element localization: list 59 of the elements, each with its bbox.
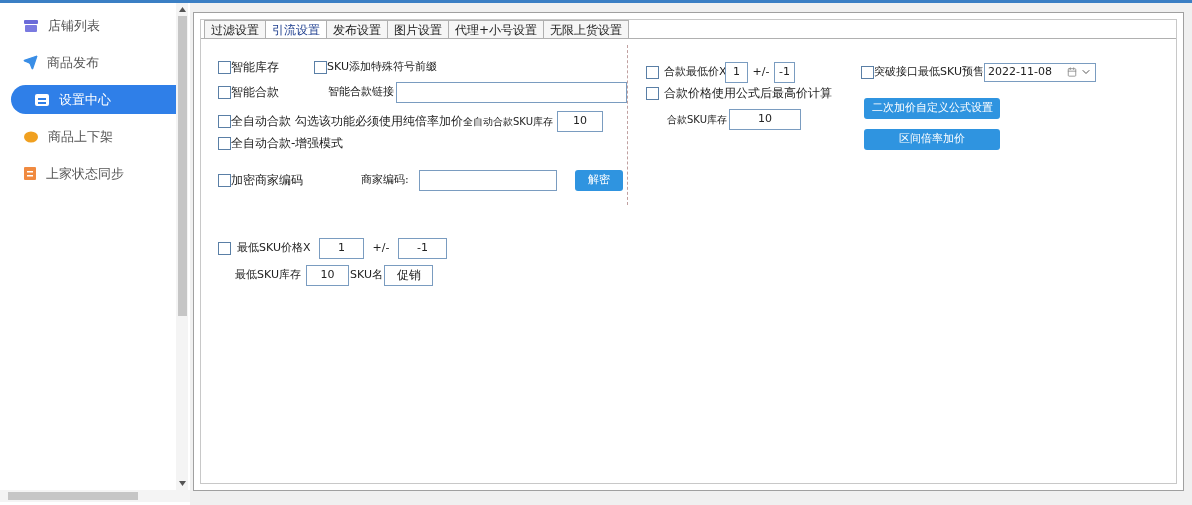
checkbox[interactable] <box>861 65 874 79</box>
field-label: 全自动合款SKU库存 <box>463 114 553 129</box>
checkbox[interactable] <box>646 86 659 100</box>
sidebar-item[interactable]: 上家状态同步 <box>0 159 176 188</box>
tab[interactable]: 过滤设置 <box>204 20 266 38</box>
field-label: 商家编码: <box>361 171 410 188</box>
checkbox[interactable] <box>314 60 327 74</box>
input-field[interactable]: 10 <box>728 108 801 130</box>
input-field[interactable]: -1 <box>398 237 447 259</box>
field-label: 最低SKU库存 <box>235 266 302 283</box>
calendar-icon <box>1067 67 1077 77</box>
sidebar-item[interactable]: 商品上下架 <box>0 122 176 151</box>
tab[interactable]: 代理+小号设置 <box>448 20 545 38</box>
input-field[interactable]: 1 <box>319 237 364 259</box>
checkbox[interactable] <box>218 85 231 99</box>
field-label: 突破接口最低SKU预售 <box>874 63 984 80</box>
field-label: 加密商家编码 <box>231 172 304 189</box>
store-icon <box>23 18 39 33</box>
input-field[interactable]: -1 <box>774 61 795 83</box>
field-label: 智能库存 <box>231 59 280 76</box>
horizontal-scrollbar[interactable] <box>0 490 190 502</box>
checkbox[interactable] <box>218 241 231 255</box>
checkbox[interactable] <box>218 173 231 187</box>
checkbox[interactable] <box>218 60 231 74</box>
date-picker[interactable]: 2022-11-08 <box>984 62 1096 82</box>
input-field[interactable]: 10 <box>306 264 349 286</box>
input-field[interactable]: 1 <box>725 61 748 83</box>
piggy-bank-icon <box>23 129 39 144</box>
paper-plane-icon <box>23 55 38 70</box>
scroll-down-icon[interactable] <box>178 481 186 486</box>
field-label: 智能合款链接 <box>328 83 395 100</box>
field-label: +/- <box>371 239 391 256</box>
sidebar-item[interactable]: 商品发布 <box>0 48 176 77</box>
checkbox[interactable] <box>646 65 659 79</box>
toolbox-icon <box>34 92 50 107</box>
document-icon <box>23 166 37 181</box>
field-label: 全自动合款-增强模式 <box>231 135 344 152</box>
input-field[interactable] <box>419 169 557 191</box>
tab[interactable]: 图片设置 <box>387 20 449 38</box>
tab[interactable]: 无限上货设置 <box>543 20 630 38</box>
field-label: 合款SKU库存 <box>667 112 727 127</box>
checkbox[interactable] <box>218 136 231 150</box>
tab[interactable]: 发布设置 <box>326 20 388 38</box>
tab[interactable]: 引流设置 <box>265 20 327 38</box>
field-label: 合款价格使用公式后最高价计算 <box>664 85 832 102</box>
sidebar-item[interactable]: 设置中心 <box>11 85 176 114</box>
scroll-up-icon[interactable] <box>178 7 186 12</box>
sidebar-item[interactable]: 店铺列表 <box>0 11 176 40</box>
field-label: SKU名 <box>349 266 384 283</box>
field-label: SKU添加特殊符号前缀 <box>327 58 437 75</box>
checkbox[interactable] <box>218 114 231 128</box>
field-label: 智能合款 <box>231 84 280 101</box>
vertical-scrollbar[interactable] <box>176 3 188 490</box>
field-label: 最低SKU价格X <box>237 239 312 256</box>
input-field[interactable]: 10 <box>556 110 603 132</box>
input-field[interactable] <box>396 81 627 103</box>
field-label: 全自动合款 勾选该功能必须使用纯倍率加价 <box>231 113 463 130</box>
field-label: +/- <box>751 63 771 80</box>
input-field[interactable]: 促销 <box>384 264 433 286</box>
